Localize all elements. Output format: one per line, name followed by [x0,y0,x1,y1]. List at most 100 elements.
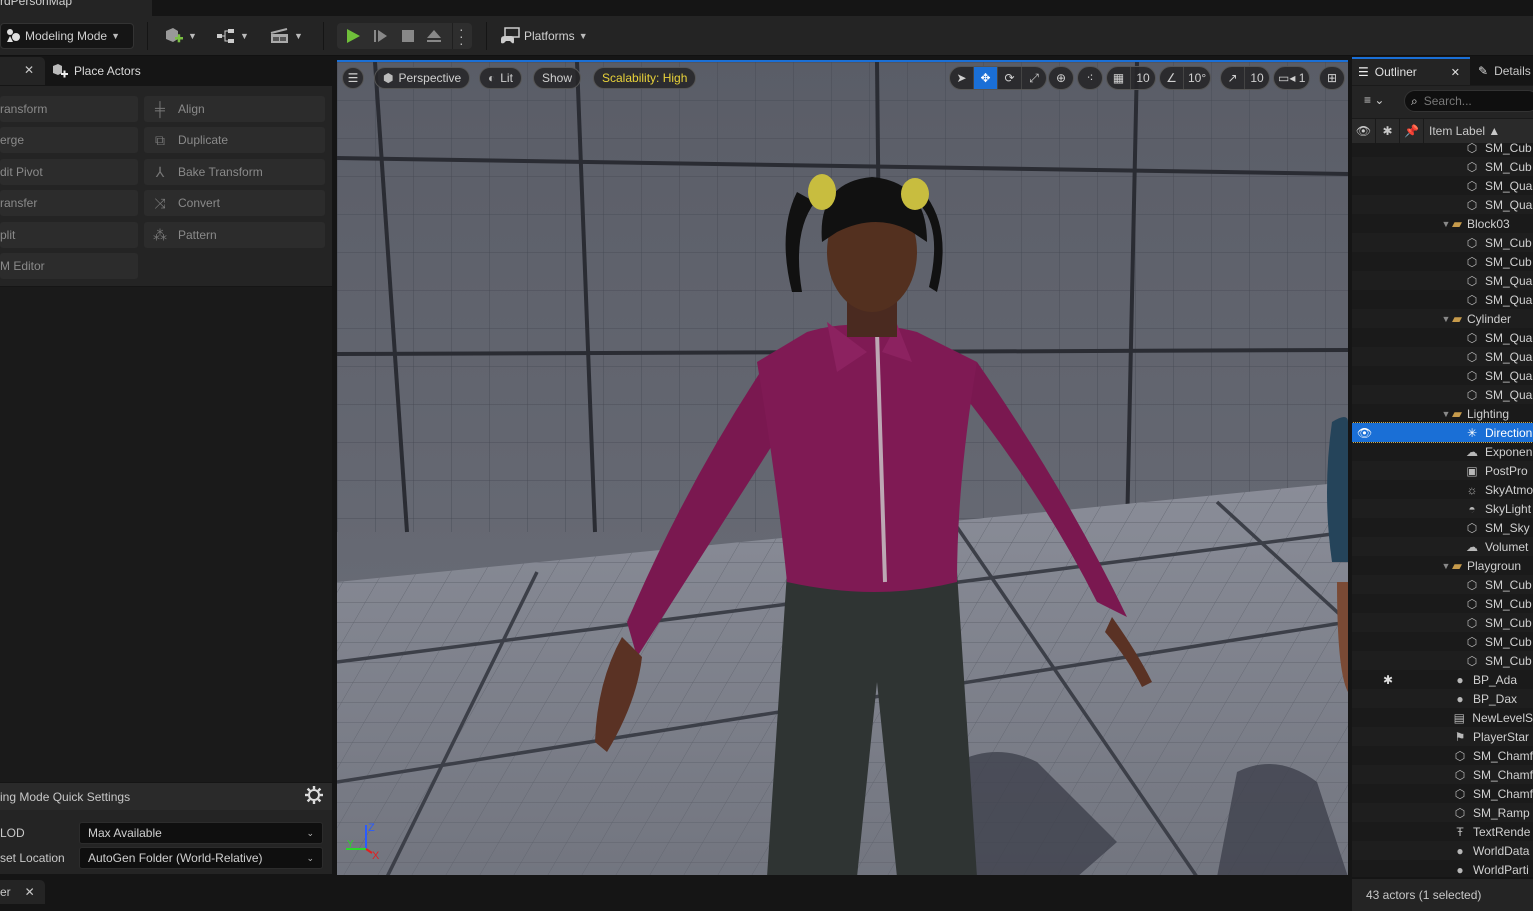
outliner-row[interactable]: ▤ NewLevelS [1352,708,1533,727]
grid-snap-toggle[interactable]: ▦ [1107,67,1131,89]
outliner-row[interactable]: ◓ SkyLight [1352,499,1533,518]
layout-button[interactable]: ⊞ [1319,66,1345,90]
rotate-tool-button[interactable]: ⟳ [998,67,1022,89]
tool-merge-button[interactable]: erge [0,127,138,153]
rotation-snap-toggle[interactable]: ∠ [1160,67,1184,89]
advance-frame-icon[interactable] [373,28,389,44]
outliner-row[interactable]: ⬡ SM_Cub [1352,157,1533,176]
blueprint-button[interactable]: ▼ [216,23,249,49]
outliner-row[interactable]: ☼ SkyAtmo [1352,480,1533,499]
outliner-row[interactable]: ▣ PostPro [1352,461,1533,480]
lod-select[interactable]: Max Available ⌄ [79,822,323,844]
outliner-row[interactable]: ⬡ SM_Ramp [1352,803,1533,822]
asset-location-select[interactable]: AutoGen Folder (World-Relative) ⌄ [79,847,323,869]
favorite-column[interactable]: ✱ [1376,119,1400,143]
more-options-icon[interactable]: · · · [459,22,464,50]
outliner-row[interactable]: ⬡ SM_Cub [1352,252,1533,271]
favorite-star-icon[interactable]: ✱ [1383,673,1393,687]
viewport-layout-toggle[interactable]: ⊞ [1320,67,1344,89]
translate-tool-button[interactable]: ✥ [974,67,998,89]
eject-icon[interactable] [426,28,442,44]
tool-split-button[interactable]: plit [0,222,138,248]
surface-snap-toggle[interactable]: ⁖ [1078,67,1102,89]
outliner-row[interactable]: ☁ Exponen [1352,442,1533,461]
outliner-row[interactable]: 👁 ✳ Direction [1352,422,1533,443]
details-tab[interactable]: ✎ Details [1472,57,1533,85]
mode-selector-button[interactable]: Modeling Mode ▼ [0,23,134,49]
panel-splitter[interactable] [332,86,336,876]
outliner-folder-row[interactable]: ▼ ▰ Cylinder [1352,309,1533,328]
add-actor-button[interactable]: ▼ [164,23,197,49]
outliner-row[interactable]: ⬡ SM_Qua [1352,347,1533,366]
grid-snap-value[interactable]: 10 [1131,67,1155,89]
visibility-eye-icon[interactable]: 👁 [1357,426,1372,440]
scalability-button[interactable]: Scalability: High [593,67,697,89]
place-actors-tab[interactable]: Place Actors [46,57,334,85]
filter-icon[interactable]: ≡ ⌄ [1364,93,1384,107]
outliner-row[interactable]: ⬡ SM_Qua [1352,366,1533,385]
close-icon[interactable]: ✕ [1451,66,1460,79]
gear-icon[interactable] [304,785,324,808]
tool-align-button[interactable]: ╪ Align [144,96,325,122]
show-button[interactable]: Show [533,67,582,89]
viewport-menu-button[interactable]: ☰ [342,67,364,89]
outliner-row[interactable]: ⬡ SM_Sky [1352,518,1533,537]
outliner-row[interactable]: ⬡ SM_Chamf [1352,784,1533,803]
outliner-row[interactable]: ⬡ SM_Chamf [1352,746,1533,765]
outliner-row[interactable]: ⬡ SM_Chamf [1352,765,1533,784]
item-label-column[interactable]: Item Label ▲ [1424,119,1500,143]
outliner-folder-row[interactable]: ▼ ▰ Playgroun [1352,556,1533,575]
modeling-tab[interactable]: ✕ [0,57,45,85]
scale-tool-button[interactable]: ⤢ [1022,67,1046,89]
visibility-column[interactable]: 👁 [1352,119,1376,143]
lit-button[interactable]: ◐ Lit [479,67,522,89]
outliner-row[interactable]: ⬡ SM_Qua [1352,290,1533,309]
coordinate-space-button[interactable]: ⊕ [1048,66,1074,90]
outliner-row[interactable]: ⬡ SM_Qua [1352,195,1533,214]
outliner-row[interactable]: ● WorldData [1352,841,1533,860]
tool-duplicate-button[interactable]: ⧉ Duplicate [144,127,325,153]
outliner-row[interactable]: ⬡ SM_Cub [1352,632,1533,651]
tool-bake-transform-button[interactable]: ⅄ Bake Transform [144,159,325,185]
expand-arrow-icon[interactable]: ▼ [1440,561,1452,571]
outliner-row[interactable]: Ŧ TextRende [1352,822,1533,841]
tool-convert-button[interactable]: ⤨ Convert [144,190,325,216]
select-tool-button[interactable]: ➤ [950,67,974,89]
tool-pattern-button[interactable]: ⁂ Pattern [144,222,325,248]
outliner-folder-row[interactable]: ▼ ▰ Block03 [1352,214,1533,233]
outliner-row[interactable]: ⬡ SM_Qua [1352,328,1533,347]
outliner-row[interactable]: ✱ ● BP_Ada [1352,670,1533,689]
outliner-row[interactable]: ● BP_Dax [1352,689,1533,708]
outliner-tab[interactable]: ☰ Outliner ✕ [1352,57,1470,85]
outliner-search-input[interactable]: ⌕ Search... [1404,90,1533,112]
bottom-panel-tab[interactable]: er ✕ [0,880,45,904]
outliner-row[interactable]: ⬡ SM_Qua [1352,176,1533,195]
pin-column[interactable]: 📌 [1400,119,1424,143]
outliner-row[interactable]: ⬡ SM_Cub [1352,613,1533,632]
rotation-snap-value[interactable]: 10° [1184,67,1210,89]
outliner-row[interactable]: ⬡ SM_Qua [1352,385,1533,404]
expand-arrow-icon[interactable]: ▼ [1440,409,1452,419]
expand-arrow-icon[interactable]: ▼ [1440,314,1452,324]
platforms-button[interactable]: Platforms ▼ [500,23,588,49]
outliner-row[interactable]: ⚑ PlayerStar [1352,727,1533,746]
outliner-row[interactable]: ⬡ SM_Cub [1352,233,1533,252]
outliner-row[interactable]: ☁ Volumet [1352,537,1533,556]
scale-snap-value[interactable]: 10 [1245,67,1269,89]
tool-edit-pivot-button[interactable]: dit Pivot [0,159,138,185]
outliner-row[interactable]: ⬡ SM_Cub [1352,143,1533,157]
world-space-button[interactable]: ⊕ [1049,67,1073,89]
outliner-row[interactable]: ⬡ SM_Qua [1352,271,1533,290]
surface-snap-button[interactable]: ⁖ [1077,66,1103,90]
outliner-row[interactable]: ⬡ SM_Cub [1352,651,1533,670]
camera-speed-value[interactable]: ▭◂ 1 [1274,67,1309,89]
outliner-folder-row[interactable]: ▼ ▰ Lighting [1352,404,1533,423]
close-icon[interactable]: ✕ [24,63,34,77]
camera-speed-button[interactable]: ▭◂ 1 [1273,66,1311,90]
cinematics-button[interactable]: ▼ [270,23,303,49]
tool-lod-editor-button[interactable]: M Editor [0,253,138,279]
outliner-row[interactable]: ● WorldParti [1352,860,1533,877]
play-icon[interactable] [345,28,361,44]
expand-arrow-icon[interactable]: ▼ [1440,219,1452,229]
perspective-button[interactable]: ⬢ Perspective [374,67,471,89]
